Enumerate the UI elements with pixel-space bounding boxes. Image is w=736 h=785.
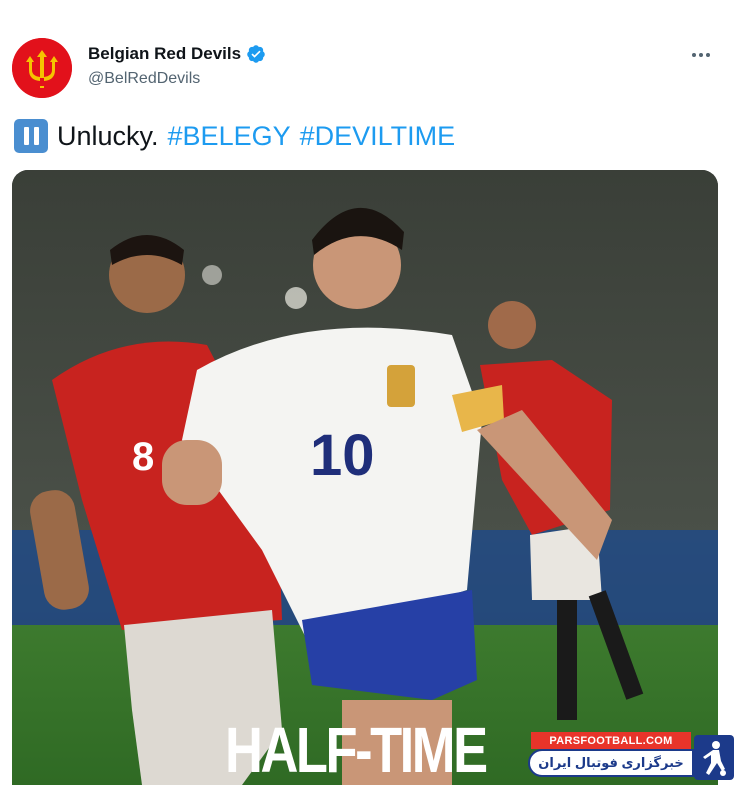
watermark-top-label: PARSFOOTBALL.COM xyxy=(531,732,691,749)
verified-badge-icon xyxy=(247,45,265,63)
hashtag-link[interactable]: #DEVILTIME xyxy=(300,118,456,154)
egypt-jersey-number: 8 xyxy=(132,435,154,479)
more-dot xyxy=(692,53,696,57)
watermark-bottom-label: خبرگزاری فوتبال ایران xyxy=(528,749,694,777)
more-options-button[interactable] xyxy=(686,40,716,70)
tweet-media-image[interactable]: 8 10 HALF-TIME xyxy=(12,170,718,785)
trident-icon xyxy=(12,38,72,98)
more-dot xyxy=(699,53,703,57)
author-name-row: Belgian Red Devils xyxy=(88,44,266,64)
pause-button-icon xyxy=(14,119,48,153)
footballer-icon xyxy=(694,735,734,780)
half-time-overlay-text: HALF-TIME xyxy=(225,714,488,785)
belgium-jersey-number: 10 xyxy=(310,423,375,488)
author-handle[interactable]: @BelRedDevils xyxy=(88,70,200,88)
tweet-body-text: Unlucky. xyxy=(57,121,159,151)
parsfootball-watermark: PARSFOOTBALL.COM خبرگزاری فوتبال ایران xyxy=(528,732,734,780)
author-display-name[interactable]: Belgian Red Devils xyxy=(88,44,241,64)
match-photo: 8 10 xyxy=(12,170,718,785)
tweet-text: Unlucky. #BELEGY #DEVILTIME xyxy=(14,118,455,154)
more-dot xyxy=(706,53,710,57)
avatar[interactable] xyxy=(12,38,72,98)
hashtag-link[interactable]: #BELEGY xyxy=(168,118,291,154)
